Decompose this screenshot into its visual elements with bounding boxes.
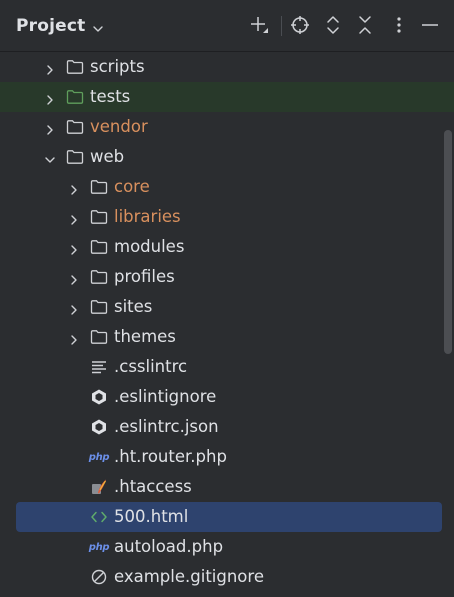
- tree-item-tests[interactable]: tests: [0, 82, 454, 112]
- chevron-right-icon[interactable]: [68, 301, 80, 315]
- folder-icon: [66, 149, 84, 165]
- tree-item-label: scripts: [90, 57, 145, 76]
- collapse-all-icon[interactable]: [354, 14, 376, 36]
- tree-item-label: .eslintrc.json: [114, 417, 219, 436]
- eslint-icon: [90, 419, 108, 435]
- tree-item-example-gitignore[interactable]: example.gitignore: [0, 562, 440, 592]
- locate-icon[interactable]: [289, 14, 311, 36]
- tool-window-header: Project: [0, 0, 454, 52]
- tree-item-eslintrc-json[interactable]: .eslintrc.json: [0, 412, 440, 442]
- tree-item-themes[interactable]: themes: [0, 322, 440, 352]
- tree-item-vendor[interactable]: vendor: [0, 112, 440, 142]
- tree-item-label: .ht.router.php: [114, 447, 227, 466]
- folder-icon: [90, 179, 108, 195]
- php-file-icon: php: [88, 541, 110, 553]
- tree-item-label: example.gitignore: [114, 567, 264, 586]
- apache-feather-icon: [90, 479, 108, 495]
- test-folder-icon: [66, 89, 84, 105]
- project-tool-window: Project scripts tests vendor web core li…: [0, 0, 454, 597]
- add-icon[interactable]: [248, 14, 270, 36]
- tree-item-label: tests: [90, 87, 131, 106]
- tree-item-eslintignore[interactable]: .eslintignore: [0, 382, 440, 412]
- tree-item-label: .csslintrc: [114, 357, 188, 376]
- chevron-right-icon[interactable]: [68, 331, 80, 345]
- chevron-down-icon[interactable]: [44, 151, 56, 163]
- toolbar-separator: [281, 16, 282, 36]
- eslint-icon: [90, 389, 108, 405]
- tree-item-label: core: [114, 177, 150, 196]
- project-view-selector[interactable]: Project: [16, 0, 104, 52]
- tree-item-web[interactable]: web: [0, 142, 440, 172]
- tree-item-htaccess[interactable]: .htaccess: [0, 472, 440, 502]
- folder-icon: [66, 119, 84, 135]
- tree-item-label: vendor: [90, 117, 148, 136]
- text-file-icon: [90, 359, 108, 375]
- ignore-file-icon: [90, 569, 108, 585]
- tree-item-autoload-php[interactable]: php autoload.php: [0, 532, 440, 562]
- folder-icon: [66, 59, 84, 75]
- tree-item-label: profiles: [114, 267, 175, 286]
- tree-item-csslintrc[interactable]: .csslintrc: [0, 352, 440, 382]
- chevron-right-icon[interactable]: [44, 121, 56, 135]
- tree-item-label: modules: [114, 237, 185, 256]
- tree-item-modules[interactable]: modules: [0, 232, 440, 262]
- minimize-icon[interactable]: [419, 14, 441, 36]
- tree-item-profiles[interactable]: profiles: [0, 262, 440, 292]
- tree-item-label: .htaccess: [114, 477, 192, 496]
- chevron-right-icon[interactable]: [44, 61, 56, 75]
- tree-item-label: themes: [114, 327, 176, 346]
- folder-icon: [90, 209, 108, 225]
- tree-item-500-html[interactable]: 500.html: [16, 502, 442, 532]
- chevron-right-icon[interactable]: [68, 241, 80, 255]
- html-file-icon: [90, 509, 108, 525]
- tree-item-label: web: [90, 147, 125, 166]
- tree-item-ht-router-php[interactable]: php .ht.router.php: [0, 442, 440, 472]
- more-options-icon[interactable]: [388, 14, 410, 36]
- php-file-icon: php: [88, 451, 110, 463]
- tool-window-title: Project: [16, 16, 86, 36]
- expand-all-icon[interactable]: [322, 14, 344, 36]
- chevron-right-icon[interactable]: [44, 91, 56, 105]
- folder-icon: [90, 299, 108, 315]
- tree-item-core[interactable]: core: [0, 172, 440, 202]
- vertical-scrollbar-thumb[interactable]: [444, 130, 452, 354]
- project-tree: scripts tests vendor web core libraries …: [0, 52, 454, 597]
- tree-item-label: sites: [114, 297, 153, 316]
- chevron-down-icon: [92, 20, 104, 32]
- folder-icon: [90, 329, 108, 345]
- tree-item-sites[interactable]: sites: [0, 292, 440, 322]
- tree-item-label: autoload.php: [114, 537, 224, 556]
- folder-icon: [90, 269, 108, 285]
- chevron-right-icon[interactable]: [68, 211, 80, 225]
- chevron-right-icon[interactable]: [68, 181, 80, 195]
- tree-item-label: libraries: [114, 207, 181, 226]
- tree-item-label: 500.html: [114, 507, 189, 526]
- tree-item-label: .eslintignore: [114, 387, 217, 406]
- tree-item-scripts[interactable]: scripts: [0, 52, 440, 82]
- chevron-right-icon[interactable]: [68, 271, 80, 285]
- folder-icon: [90, 239, 108, 255]
- tree-item-libraries[interactable]: libraries: [0, 202, 440, 232]
